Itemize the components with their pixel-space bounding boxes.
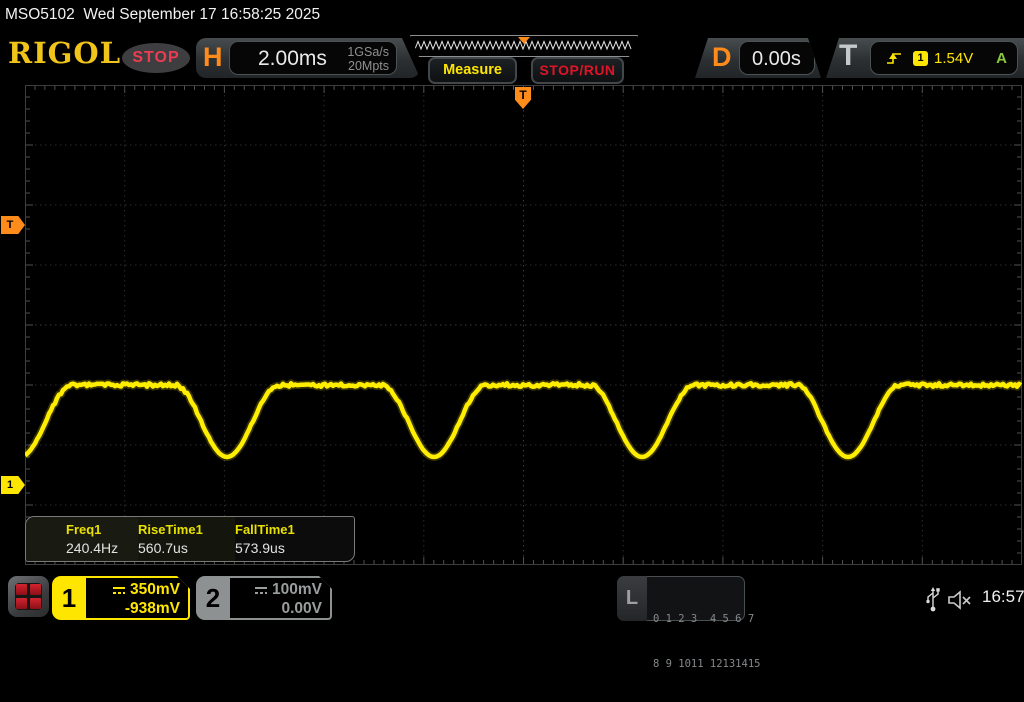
measurement-label: RiseTime1 xyxy=(138,522,203,537)
logic-channels-box[interactable]: L 0 1 2 3 4 5 6 7 8 9 1011 12131415 xyxy=(617,576,760,670)
trigger-level-marker[interactable]: T xyxy=(1,216,25,234)
horizontal-label: H xyxy=(203,42,223,72)
memory-depth: 20Mpts xyxy=(348,59,389,73)
channel-status-bar: 1 350mV -938mV 2 100mV 0.00V L 0 1 2 3 4… xyxy=(0,570,1024,670)
measurement-freq: Freq1 240.4Hz xyxy=(26,517,138,561)
rigol-logo: RIGOL xyxy=(8,36,122,70)
rising-edge-trigger-icon xyxy=(887,53,901,64)
channel2-scale: 100mV xyxy=(272,581,322,598)
logic-channel-numbers: 0 1 2 3 4 5 6 7 8 9 1011 12131415 xyxy=(647,576,760,670)
channel1-scale: 350mV xyxy=(130,581,180,598)
measurement-value: 560.7us xyxy=(138,540,188,556)
timebase-display: 2.00ms 1GSa/s 20Mpts xyxy=(229,41,397,75)
channel1-offset-marker[interactable]: 1 xyxy=(1,476,25,494)
logic-label: L xyxy=(617,576,647,621)
channel2-offset: 0.00V xyxy=(281,600,322,617)
measurement-risetime: RiseTime1 560.7us xyxy=(138,517,235,561)
measurement-falltime: FallTime1 573.9us xyxy=(235,517,314,561)
graticule-display: T T 1 Freq1 240.4Hz RiseTime1 560.7us Fa… xyxy=(1,85,1022,565)
red-grid-icon xyxy=(15,583,42,610)
waveform-record-preview[interactable] xyxy=(410,35,638,57)
delay-display: 0.00s xyxy=(739,41,815,75)
dc-coupling-icon xyxy=(254,585,269,595)
logic-row-1: 0 1 2 3 4 5 6 7 xyxy=(653,613,755,625)
clock: 16:57 xyxy=(982,587,1024,606)
stop-run-button[interactable]: STOP/RUN xyxy=(531,57,624,84)
trigger-source-chip: 1 xyxy=(913,51,928,66)
measurement-label: FallTime1 xyxy=(235,522,295,537)
measurement-results-panel[interactable]: Freq1 240.4Hz RiseTime1 560.7us FallTime… xyxy=(25,516,355,562)
measurement-value: 240.4Hz xyxy=(66,540,119,556)
delay-label: D xyxy=(712,42,732,72)
timebase-value: 2.00ms xyxy=(258,47,327,70)
apps-grid-icon[interactable] xyxy=(8,576,49,617)
channel2-number: 2 xyxy=(205,582,221,613)
measurement-label: Freq1 xyxy=(66,522,102,537)
trigger-mode-auto: A xyxy=(996,50,1007,67)
acquisition-status-badge: STOP xyxy=(122,43,190,73)
dc-coupling-icon xyxy=(112,585,127,595)
sample-rate: 1GSa/s xyxy=(347,45,389,59)
channel1-number: 1 xyxy=(61,582,77,613)
channel1-offset: -938mV xyxy=(124,600,180,617)
record-preview-waveform xyxy=(411,36,637,56)
measurement-value: 573.9us xyxy=(235,540,285,556)
trigger-display: 1 1.54V A xyxy=(870,41,1018,75)
measure-button[interactable]: Measure xyxy=(428,57,517,84)
logic-row-2: 8 9 1011 12131415 xyxy=(653,658,761,670)
channel1-status-box[interactable]: 1 350mV -938mV xyxy=(52,576,190,620)
status-bar: MSO5102 Wed September 17 16:58:25 2025 xyxy=(5,6,321,23)
acquisition-rates: 1GSa/s 20Mpts xyxy=(347,45,389,73)
trigger-settings-panel[interactable]: T 1 1.54V A xyxy=(826,38,1024,78)
header-bar: RIGOL STOP H 2.00ms 1GSa/s 20Mpts Measur… xyxy=(0,30,1024,85)
delay-settings-panel[interactable]: D 0.00s xyxy=(695,38,821,78)
usb-icon xyxy=(926,587,940,612)
waveform-trace xyxy=(25,379,1022,461)
horizontal-settings-panel[interactable]: H 2.00ms 1GSa/s 20Mpts xyxy=(196,38,420,78)
trigger-level-value: 1.54V xyxy=(934,50,974,67)
trigger-label: T xyxy=(839,39,858,72)
delay-value: 0.00s xyxy=(752,48,801,70)
speaker-mute-icon xyxy=(948,590,971,610)
channel2-status-box[interactable]: 2 100mV 0.00V xyxy=(196,576,332,620)
